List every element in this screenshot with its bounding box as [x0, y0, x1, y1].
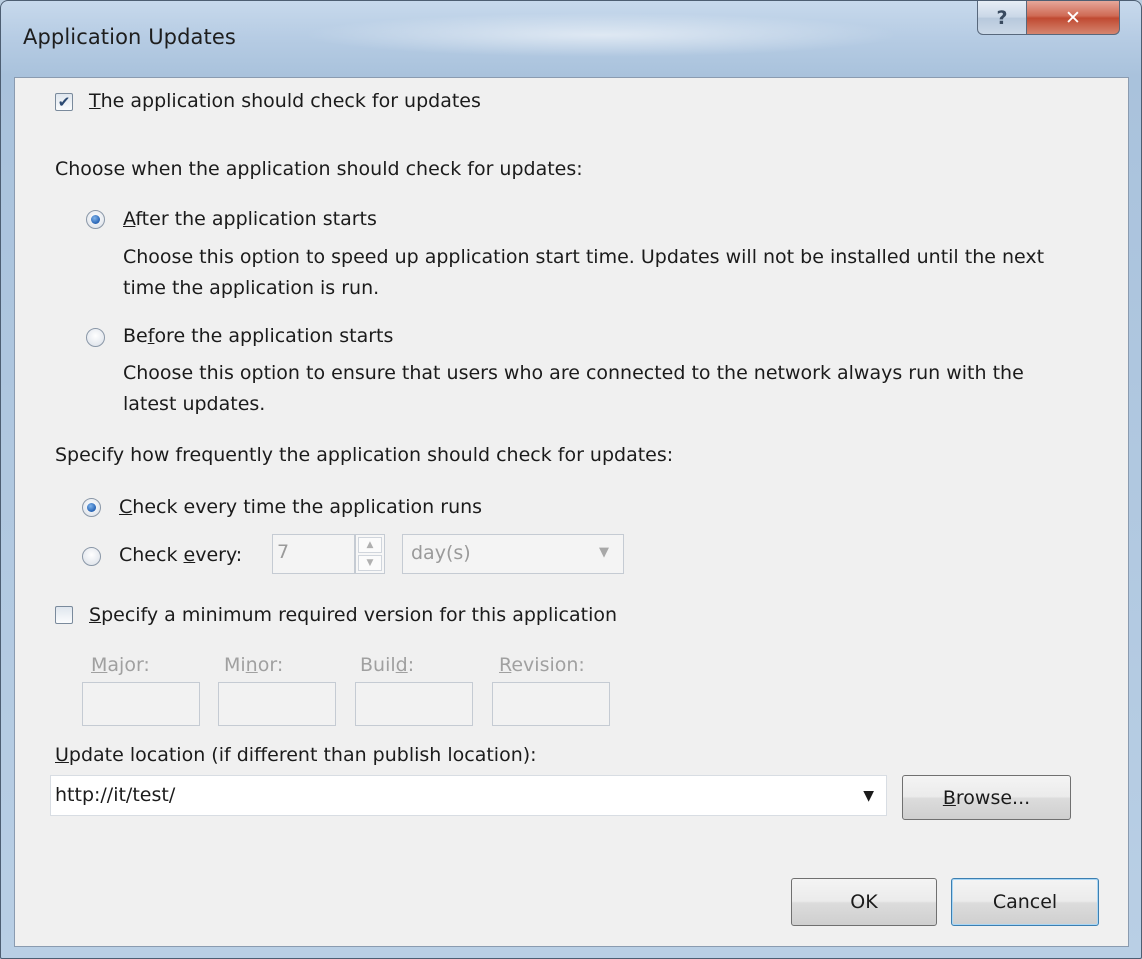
title-bar-glow — [301, 13, 901, 57]
close-button[interactable]: ✕ — [1026, 1, 1120, 35]
before-start-label[interactable]: Before the application starts — [123, 324, 393, 348]
update-location-combo[interactable]: http://it/test/ ▼ — [50, 775, 887, 816]
update-location-value: http://it/test/ — [55, 784, 176, 806]
chevron-down-icon: ▼ — [599, 545, 609, 560]
dialog-client-area: ✔ The application should check for updat… — [14, 77, 1129, 947]
dialog-title: Application Updates — [23, 25, 236, 49]
interval-number-field[interactable]: 7 — [272, 534, 355, 574]
check-every-label[interactable]: Check every: — [119, 543, 242, 567]
check-updates-label[interactable]: The application should check for updates — [89, 89, 481, 113]
browse-button[interactable]: Browse... — [902, 775, 1071, 820]
checkmark-icon: ✔ — [57, 92, 71, 111]
interval-unit-select[interactable]: day(s) ▼ — [402, 534, 624, 574]
help-button[interactable]: ? — [977, 1, 1027, 35]
check-every-run-label[interactable]: Check every time the application runs — [119, 495, 482, 519]
min-version-label[interactable]: Specify a minimum required version for t… — [89, 603, 617, 627]
radio-selected-dot — [91, 215, 100, 224]
interval-spinner[interactable]: ▲ ▼ — [355, 534, 385, 574]
cancel-button[interactable]: Cancel — [951, 878, 1099, 926]
minor-label: Minor: — [224, 654, 284, 676]
title-bar[interactable]: Application Updates ? ✕ — [1, 1, 1141, 77]
major-field[interactable] — [82, 682, 200, 726]
after-start-label[interactable]: After the application starts — [123, 207, 377, 231]
after-start-description: Choose this option to speed up applicati… — [123, 246, 1045, 299]
ok-button[interactable]: OK — [791, 878, 937, 926]
check-every-radio[interactable] — [82, 547, 101, 566]
dialog-window: Application Updates ? ✕ ✔ The applicatio… — [0, 0, 1142, 959]
spin-down-icon[interactable]: ▼ — [358, 555, 382, 571]
update-location-label: Update location (if different than publi… — [55, 744, 537, 766]
build-label: Build: — [360, 654, 415, 676]
spin-up-icon[interactable]: ▲ — [358, 537, 382, 553]
revision-label: Revision: — [499, 654, 585, 676]
major-label: Major: — [91, 654, 150, 676]
close-icon: ✕ — [1065, 6, 1081, 29]
after-start-radio[interactable] — [86, 210, 105, 229]
when-heading: Choose when the application should check… — [55, 158, 583, 180]
radio-selected-dot — [87, 503, 96, 512]
minor-field[interactable] — [218, 682, 336, 726]
frequency-heading: Specify how frequently the application s… — [55, 444, 674, 466]
min-version-checkbox[interactable] — [55, 606, 73, 624]
chevron-down-icon[interactable]: ▼ — [863, 788, 874, 804]
revision-field[interactable] — [492, 682, 610, 726]
interval-unit-value: day(s) — [411, 542, 471, 564]
before-start-radio[interactable] — [86, 328, 105, 347]
build-field[interactable] — [355, 682, 473, 726]
check-every-run-radio[interactable] — [82, 498, 101, 517]
before-start-description: Choose this option to ensure that users … — [123, 362, 1024, 415]
check-updates-checkbox[interactable]: ✔ — [55, 93, 73, 111]
help-icon: ? — [996, 6, 1008, 29]
